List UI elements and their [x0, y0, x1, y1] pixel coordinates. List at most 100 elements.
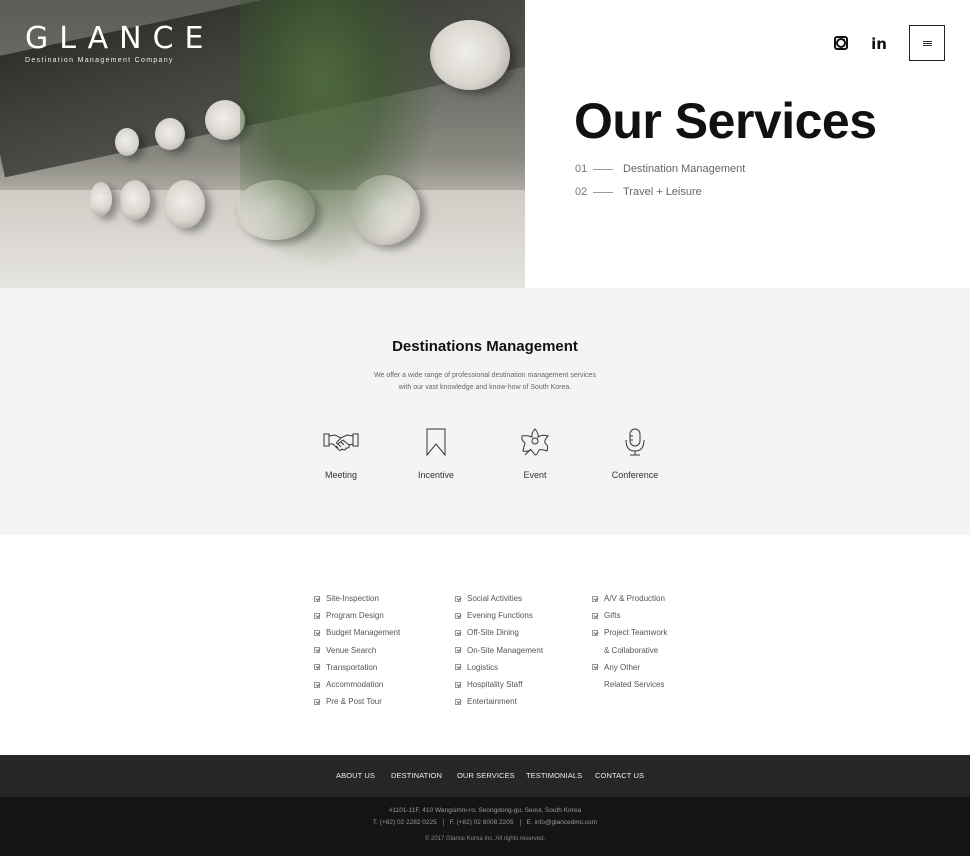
list-item: Transportation: [314, 659, 400, 676]
divider: [442, 819, 444, 826]
list-item: Program Design: [314, 607, 400, 624]
service-label: Program Design: [326, 611, 384, 621]
service-label: Related Services: [604, 680, 665, 690]
checkbox-icon: [455, 647, 461, 654]
feature-label: Conference: [611, 470, 659, 480]
section-description: We offer a wide range of professional de…: [0, 370, 970, 394]
checkbox-icon: [455, 681, 461, 688]
list-item: Hospitality Staff: [455, 676, 543, 693]
services-column-1: Site-Inspection Program Design Budget Ma…: [314, 590, 400, 710]
footer-info: #1101-11F, 410 Wangsimni-ro, Seongdong-g…: [0, 797, 970, 856]
checkbox-icon: [314, 629, 320, 636]
list-item: Accommodation: [314, 676, 400, 693]
brand-name: GLANCE: [25, 21, 215, 56]
service-label: Venue Search: [326, 645, 377, 655]
list-item: Gifts: [592, 607, 667, 624]
feature-event[interactable]: Event: [490, 428, 580, 480]
service-link-label: Travel + Leisure: [623, 186, 702, 198]
footer-link-our-services[interactable]: OUR SERVICES: [457, 771, 515, 780]
destination-management-section: Destinations Management We offer a wide …: [0, 288, 970, 535]
list-item: Evening Functions: [455, 607, 543, 624]
service-label: Transportation: [326, 662, 378, 672]
hero-content: in Our Services 01 Destination Managemen…: [525, 0, 970, 288]
list-item: Site-Inspection: [314, 590, 400, 607]
checkbox-icon: [455, 612, 461, 619]
checkbox-icon: [314, 664, 320, 671]
handshake-icon: [323, 433, 359, 451]
checkbox-icon: [592, 629, 598, 636]
footer-link-testimonials[interactable]: TESTIMONIALS: [526, 771, 582, 780]
footer-link-contact-us[interactable]: CONTACT US: [595, 771, 644, 780]
linkedin-icon[interactable]: in: [871, 35, 887, 53]
menu-button[interactable]: [909, 25, 945, 61]
footer-fax: F. (+82) 02 6008 2205: [449, 819, 514, 827]
service-label: Accommodation: [326, 680, 384, 690]
footer-link-destination[interactable]: DESTINATION: [391, 771, 442, 780]
list-item: Pre & Post Tour: [314, 693, 400, 710]
service-label: & Collaborative: [604, 645, 659, 655]
description-line: We offer a wide range of professional de…: [374, 372, 596, 379]
feature-label: Incentive: [417, 470, 455, 480]
feature-label: Meeting: [324, 470, 358, 480]
service-link-number: 02: [575, 186, 588, 198]
list-item: Social Activities: [455, 590, 543, 607]
footer-copyright: © 2017 Glance Korea Inc. All rights rese…: [424, 836, 546, 842]
checkbox-icon: [314, 595, 320, 602]
checkbox-icon: [592, 595, 598, 602]
brand-logo[interactable]: GLANCE Destination Management Company: [25, 21, 215, 65]
checkbox-icon: [455, 698, 461, 705]
list-item: Venue Search: [314, 642, 400, 659]
service-link-destination-management[interactable]: 01 Destination Management: [575, 163, 745, 175]
section-title: Destinations Management: [392, 338, 578, 355]
service-label: Project Teamwork: [604, 628, 668, 638]
footer-phone: T. (+82) 02 2282 0225: [372, 819, 437, 827]
list-item: Logistics: [455, 659, 543, 676]
dash-divider: [593, 191, 613, 193]
service-link-travel-leisure[interactable]: 02 Travel + Leisure: [575, 186, 702, 198]
service-label: Off-Site Dining: [467, 628, 519, 638]
dash-divider: [593, 168, 613, 170]
service-label: A/V & Production: [604, 594, 665, 604]
service-label: Budget Management: [326, 628, 401, 638]
service-label: Gifts: [604, 611, 621, 621]
divider: [519, 819, 521, 826]
footer-email[interactable]: E. info@glancedmc.com: [527, 819, 598, 826]
microphone-icon: [625, 428, 645, 456]
checkbox-icon: [592, 664, 598, 671]
list-item: A/V & Production: [592, 590, 667, 607]
list-item: Any Other: [592, 659, 667, 676]
footer-link-about-us[interactable]: ABOUT US: [336, 771, 375, 780]
checkbox-icon: [314, 681, 320, 688]
checkbox-icon: [455, 629, 461, 636]
service-link-label: Destination Management: [623, 163, 746, 175]
services-checklist-section: Site-Inspection Program Design Budget Ma…: [0, 535, 970, 755]
feature-meeting[interactable]: Meeting: [296, 428, 386, 480]
description-line: with our vast knowledge and know-how of …: [398, 384, 572, 391]
list-item-continuation: Related Services: [592, 676, 667, 693]
feature-label: Event: [523, 470, 547, 480]
service-link-number: 01: [575, 163, 588, 175]
checkbox-icon: [592, 612, 598, 619]
service-label: Site-Inspection: [326, 594, 379, 604]
hero-section: GLANCE Destination Management Company in…: [0, 0, 970, 288]
brand-tagline: Destination Management Company: [25, 57, 174, 64]
checkbox-icon: [314, 647, 320, 654]
checkbox-icon: [314, 612, 320, 619]
page-title: Our Services: [574, 93, 877, 149]
service-label: On-Site Management: [467, 645, 544, 655]
instagram-icon[interactable]: [834, 36, 848, 50]
footer-nav: ABOUT US DESTINATION OUR SERVICES TESTIM…: [0, 755, 970, 797]
service-label: Social Activities: [467, 594, 523, 604]
footer-address: #1101-11F, 410 Wangsimni-ro, Seongdong-g…: [388, 807, 582, 814]
feature-incentive[interactable]: Incentive: [391, 428, 481, 480]
list-item: Off-Site Dining: [455, 624, 543, 641]
feature-conference[interactable]: Conference: [590, 428, 680, 480]
checkbox-icon: [455, 595, 461, 602]
flower-icon: [521, 428, 549, 456]
list-item-continuation: & Collaborative: [592, 642, 667, 659]
service-label: Logistics: [467, 662, 499, 672]
list-item: On-Site Management: [455, 642, 543, 659]
service-label: Evening Functions: [467, 611, 533, 621]
service-label: Hospitality Staff: [467, 680, 523, 690]
list-item: Project Teamwork: [592, 624, 667, 641]
